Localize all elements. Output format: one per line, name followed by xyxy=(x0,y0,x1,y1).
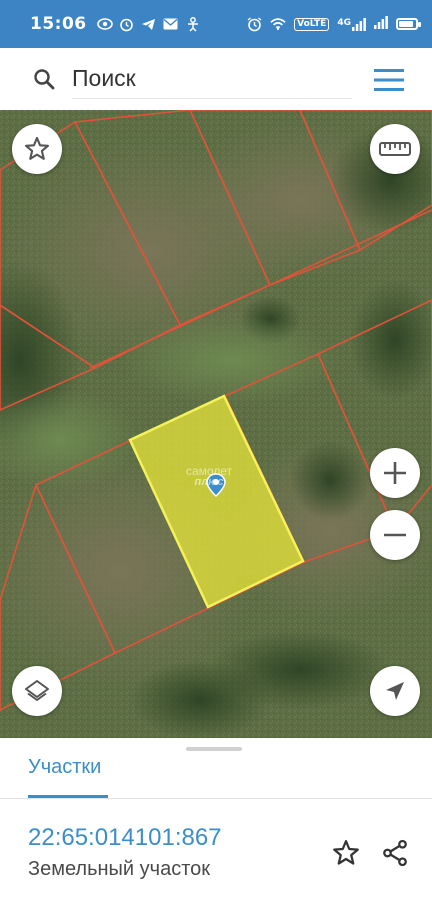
map-view[interactable]: самолет плюс xyxy=(0,110,432,738)
hamburger-menu-icon[interactable] xyxy=(374,69,404,91)
parcel-type: Земельный участок xyxy=(28,858,211,880)
mail-icon xyxy=(163,16,179,32)
sheet-drag-handle[interactable] xyxy=(186,747,242,751)
network-type-label: 4G xyxy=(337,17,351,28)
layers-button[interactable] xyxy=(12,666,62,716)
volte-icon: VoLTE xyxy=(294,17,330,31)
bottom-sheet: Участки 22:65:014101:867 Земельный участ… xyxy=(0,738,432,910)
wifi-icon xyxy=(270,16,286,32)
watermark-line2: плюс xyxy=(194,476,224,488)
search-bar xyxy=(8,54,424,104)
tab-parcels[interactable]: Участки xyxy=(28,756,101,779)
layers-icon xyxy=(25,680,49,701)
alarm-clock-icon xyxy=(246,16,262,32)
minus-icon xyxy=(384,533,406,537)
signal-icon xyxy=(374,15,388,33)
status-bar: 15:06 VoLTE 4G xyxy=(0,0,432,48)
navigation-arrow-icon xyxy=(386,682,404,700)
alarm-icon xyxy=(119,16,135,32)
star-icon[interactable] xyxy=(331,838,361,868)
zoom-in-button[interactable] xyxy=(370,448,420,498)
4g-signal-icon: 4G xyxy=(337,17,366,31)
status-left-icons xyxy=(96,16,201,32)
star-icon xyxy=(24,136,50,160)
my-location-button[interactable] xyxy=(370,666,420,716)
measure-button[interactable] xyxy=(370,124,420,174)
battery-icon xyxy=(396,18,421,30)
search-input[interactable] xyxy=(72,59,352,99)
map-watermark: самолет плюс xyxy=(186,465,232,488)
ruler-icon xyxy=(379,142,411,156)
sheet-divider xyxy=(0,798,432,799)
zoom-out-button[interactable] xyxy=(370,510,420,560)
search-bar-container xyxy=(0,48,432,110)
search-icon[interactable] xyxy=(32,67,56,91)
status-time: 15:06 xyxy=(30,14,87,34)
eye-icon xyxy=(96,16,113,32)
favorites-button[interactable] xyxy=(12,124,62,174)
parcel-cadastral-number[interactable]: 22:65:014101:867 xyxy=(28,824,222,852)
telegram-icon xyxy=(141,16,157,32)
status-right-icons: VoLTE 4G xyxy=(246,15,421,33)
satellite-imagery xyxy=(0,110,432,738)
accessibility-icon xyxy=(185,16,201,32)
battery-fill xyxy=(399,21,413,27)
plus-icon xyxy=(384,462,406,484)
share-icon[interactable] xyxy=(380,838,410,868)
